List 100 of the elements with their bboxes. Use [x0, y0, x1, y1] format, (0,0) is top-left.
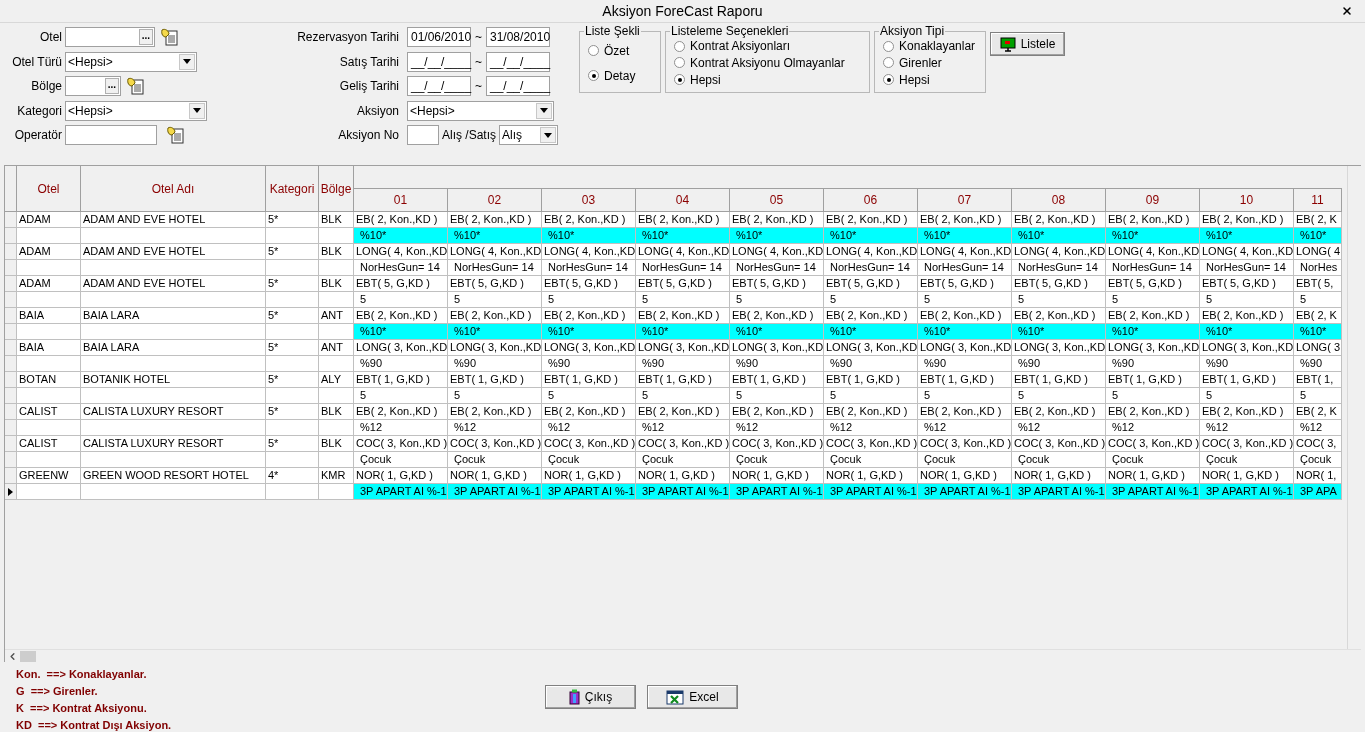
- caret-icon: [540, 108, 548, 114]
- legend-text: K ==> Kontrat Aksiyonu.: [16, 701, 148, 716]
- date-field[interactable]: __/__/____: [486, 51, 550, 72]
- dropdown-field[interactable]: <Hepsi>: [65, 51, 197, 72]
- field-label: Operatör: [13, 127, 63, 145]
- table-cell: COC( 3, Kon.,KD ): [448, 436, 542, 452]
- field-label: Bölge: [30, 78, 63, 96]
- table-cell: EB( 2, Kon.,KD ): [636, 404, 730, 420]
- document-hand-icon[interactable]: [161, 28, 179, 47]
- table-cell: BLK: [319, 404, 354, 420]
- table-cell: NOR( 1, G,KD ): [918, 468, 1012, 484]
- table-cell: EB( 2, Kon.,KD ): [824, 308, 918, 324]
- radio-button[interactable]: [588, 70, 600, 81]
- table-cell: %12: [730, 420, 824, 436]
- date-field[interactable]: 31/08/2010: [486, 27, 550, 48]
- dropdown-field[interactable]: <Hepsi>: [407, 100, 554, 121]
- table-cell: COC( 3, Kon.,KD ): [636, 436, 730, 452]
- table-cell: NOR( 1, G,KD ): [542, 468, 636, 484]
- table-cell: %10*: [918, 228, 1012, 244]
- lookup-field[interactable]: ...: [65, 27, 155, 48]
- day-header[interactable]: 04: [636, 189, 730, 212]
- day-header[interactable]: 07: [918, 189, 1012, 212]
- radio-button[interactable]: [883, 40, 895, 52]
- table-cell: EB( 2, Kon.,KD ): [636, 308, 730, 324]
- table-cell: NOR( 1, G,KD ): [1012, 468, 1106, 484]
- day-header[interactable]: 08: [1012, 189, 1106, 212]
- day-header[interactable]: 01: [354, 189, 448, 212]
- table-cell: BLK: [319, 212, 354, 228]
- table-cell: %90: [1200, 356, 1294, 372]
- day-header[interactable]: 03: [542, 189, 636, 212]
- document-hand-icon[interactable]: [167, 126, 185, 145]
- day-header[interactable]: 09: [1106, 189, 1200, 212]
- excel-button[interactable]: Excel: [647, 685, 738, 709]
- table-cell: EB( 2, Kon.,KD ): [1200, 308, 1294, 324]
- day-header[interactable]: 02: [448, 189, 542, 212]
- list-button[interactable]: Listele: [990, 32, 1066, 56]
- radio-option[interactable]: Girenler: [883, 56, 978, 70]
- table-cell: GREEN WOOD RESORT HOTEL: [81, 468, 266, 484]
- dropdown-arrow-button[interactable]: [540, 127, 557, 144]
- radio-option[interactable]: Özet: [588, 43, 653, 58]
- radio-button[interactable]: [588, 45, 600, 56]
- table-cell: EB( 2, Kon.,KD ): [354, 404, 448, 420]
- ellipsis-button[interactable]: ...: [104, 78, 119, 95]
- radio-option[interactable]: Kontrat Aksiyonları: [674, 39, 862, 54]
- table-cell: %10*: [1200, 228, 1294, 244]
- date-field[interactable]: 01/06/2010: [407, 27, 471, 48]
- table-cell: 5: [1012, 292, 1106, 308]
- radio-button[interactable]: [674, 40, 686, 52]
- table-cell: 5*: [266, 244, 319, 260]
- dropdown-arrow-button[interactable]: [536, 102, 552, 119]
- column-header[interactable]: Otel: [17, 166, 81, 212]
- dropdown-arrow-button[interactable]: [179, 53, 195, 70]
- day-header[interactable]: 10: [1200, 189, 1294, 212]
- radio-button[interactable]: [883, 57, 895, 69]
- dropdown-field[interactable]: <Hepsi>: [65, 100, 207, 121]
- range-separator: ~: [475, 29, 482, 47]
- document-hand-icon[interactable]: [127, 77, 145, 96]
- scrollbar-thumb[interactable]: [20, 650, 36, 662]
- table-cell: %10*: [1012, 324, 1106, 340]
- number-field[interactable]: [407, 125, 439, 146]
- table-cell: CALIST: [17, 404, 81, 420]
- table-cell: 5: [1200, 292, 1294, 308]
- radio-button[interactable]: [674, 57, 686, 69]
- date-field[interactable]: __/__/____: [407, 76, 471, 97]
- date-field[interactable]: __/__/____: [486, 76, 550, 97]
- radio-option[interactable]: Hepsi: [883, 72, 978, 87]
- date-field[interactable]: __/__/____: [407, 51, 471, 72]
- table-cell: NorHesGun= 14: [824, 260, 918, 276]
- caret-icon: [193, 108, 201, 114]
- door-icon: [568, 689, 580, 705]
- day-header[interactable]: 05: [730, 189, 824, 212]
- day-header[interactable]: 06: [824, 189, 918, 212]
- table-cell: Çocuk: [1294, 452, 1342, 468]
- radio-option[interactable]: Detay: [588, 68, 653, 83]
- table-cell: Çocuk: [730, 452, 824, 468]
- radio-option[interactable]: Kontrat Aksiyonu Olmayanlar: [674, 56, 862, 70]
- radio-option[interactable]: Hepsi: [674, 72, 862, 87]
- table-cell: Çocuk: [636, 452, 730, 468]
- table-cell: EB( 2, K: [1294, 404, 1342, 420]
- column-header[interactable]: Otel Adı: [81, 166, 266, 212]
- table-cell: LONG( 4, Kon.,KD: [918, 244, 1012, 260]
- day-header[interactable]: 11: [1294, 189, 1342, 212]
- table-cell: %90: [918, 356, 1012, 372]
- radio-option[interactable]: Konaklayanlar: [883, 39, 978, 54]
- row-indicator[interactable]: [5, 484, 17, 500]
- column-header[interactable]: Bölge: [319, 166, 354, 212]
- table-cell: %10*: [636, 324, 730, 340]
- input-field[interactable]: [65, 125, 157, 146]
- ellipsis-button[interactable]: ...: [138, 29, 153, 46]
- dropdown-field[interactable]: Alış: [499, 125, 559, 146]
- radio-button[interactable]: [883, 74, 895, 86]
- table-cell: %12: [824, 420, 918, 436]
- table-cell: EB( 2, Kon.,KD ): [354, 308, 448, 324]
- column-header[interactable]: Kategori: [266, 166, 319, 212]
- table-cell: ADAM AND EVE HOTEL: [81, 276, 266, 292]
- dropdown-arrow-button[interactable]: [189, 102, 205, 119]
- exit-button[interactable]: Çıkış: [545, 685, 636, 709]
- table-cell: CALISTA LUXURY RESORT: [81, 404, 266, 420]
- radio-button[interactable]: [674, 74, 686, 86]
- lookup-field[interactable]: ...: [65, 76, 121, 97]
